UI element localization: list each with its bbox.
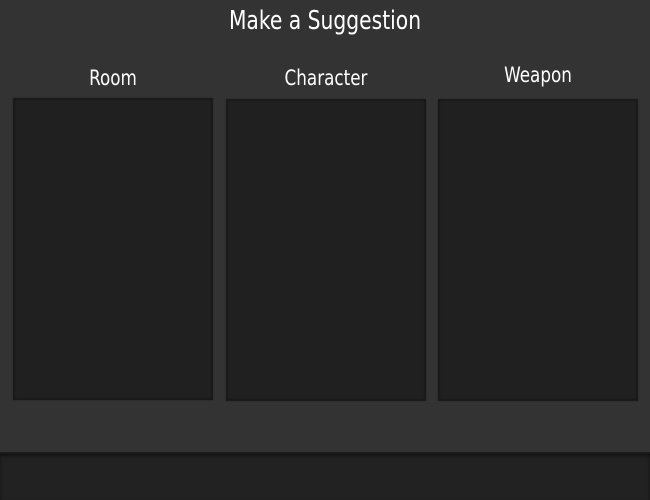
character-list[interactable] [226, 99, 426, 401]
suggestion-dialog: Make a Suggestion Room Character Weapon [0, 0, 650, 452]
character-column-label: Character [284, 66, 368, 90]
bottom-bar [0, 452, 650, 500]
weapon-list[interactable] [438, 99, 638, 401]
room-column-label: Room [89, 66, 137, 90]
room-list[interactable] [13, 98, 213, 400]
weapon-column-label: Weapon [504, 63, 572, 87]
dialog-title: Make a Suggestion [228, 6, 422, 36]
